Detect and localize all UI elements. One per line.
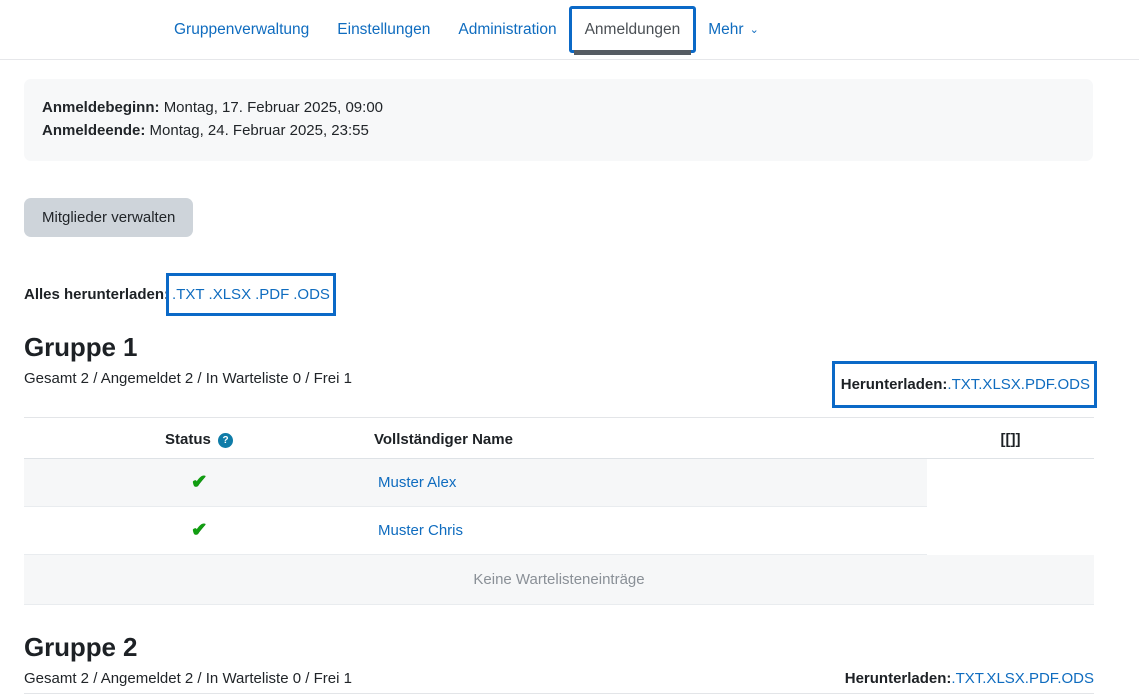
help-question-icon[interactable]: ? (218, 433, 233, 448)
row-status-cell: ✔ (24, 506, 374, 555)
registrations-table-1: Status ? Vollständiger Name [[]] ✔ Muste… (24, 422, 1094, 555)
group-download-ods-link-1[interactable]: .ODS (1053, 376, 1090, 393)
nav-item-einstellungen[interactable]: Einstellungen (323, 0, 444, 59)
download-all-txt-link[interactable]: .TXT (172, 286, 205, 303)
download-all-links-group: .TXT .XLSX .PDF .ODS (166, 272, 336, 316)
table-row: ✔ Muster Chris (24, 506, 1094, 555)
group-stats-2: Gesamt 2 / Angemeldet 2 / In Warteliste … (24, 670, 352, 687)
check-icon: ✔ (191, 520, 207, 541)
group-download-xlsx-link-1[interactable]: .XLSX (978, 376, 1021, 393)
member-name-link[interactable]: Muster Alex (378, 474, 456, 491)
download-all-xlsx-link[interactable]: .XLSX (209, 286, 252, 303)
group-download-txt-link-1[interactable]: .TXT (947, 376, 978, 393)
row-name-cell: Muster Chris (374, 506, 927, 555)
registration-end-line: Anmeldeende: Montag, 24. Februar 2025, 2… (42, 119, 1075, 142)
table-body-1: ✔ Muster Alex ✔ Muster Chris (24, 458, 1094, 555)
registration-end-value: Montag, 24. Februar 2025, 23:55 (149, 122, 369, 140)
group-download-1: Herunterladen:.TXT.XLSX.PDF.ODS (831, 361, 1098, 408)
column-header-status-label: Status (164, 431, 211, 448)
download-all-label: Alles herunterladen: (24, 285, 170, 303)
download-all-pdf-link[interactable]: .PDF (255, 286, 289, 303)
nav-item-mehr-label: Mehr (708, 20, 744, 38)
group-title-2: Gruppe 2 (24, 632, 138, 662)
group-meta-row-1: Gesamt 2 / Angemeldet 2 / In Warteliste … (24, 361, 1098, 418)
group-download-txt-link-2[interactable]: .TXT (951, 670, 982, 687)
table-header-row-1: Status ? Vollständiger Name [[]] (24, 422, 1094, 459)
page-content: Anmeldebeginn: Montag, 17. Februar 2025,… (0, 79, 1139, 694)
waitlist-empty-message-1: Keine Wartelisteneinträge (24, 555, 1094, 605)
nav-item-anmeldungen[interactable]: Anmeldungen (568, 6, 697, 55)
registration-end-label: Anmeldeende: (42, 122, 146, 140)
table-row: ✔ Muster Alex (24, 458, 1094, 507)
group-download-label-2: Herunterladen: (844, 670, 952, 687)
nav-item-gruppenverwaltung[interactable]: Gruppenverwaltung (160, 0, 323, 59)
registration-start-value: Montag, 17. Februar 2025, 09:00 (163, 99, 384, 116)
group-title-1: Gruppe 1 (24, 332, 138, 362)
member-name-link[interactable]: Muster Chris (378, 522, 463, 539)
registration-start-line: Anmeldebeginn: Montag, 17. Februar 2025,… (42, 96, 1075, 119)
group-download-xlsx-link-2[interactable]: .XLSX (982, 670, 1025, 687)
group-download-label-1: Herunterladen: (840, 376, 948, 393)
group-download-pdf-link-2[interactable]: .PDF (1025, 670, 1058, 687)
manage-members-button[interactable]: Mitglieder verwalten (24, 197, 194, 237)
nav-item-list: Gruppenverwaltung Einstellungen Administ… (160, 0, 773, 59)
table-head-1: Status ? Vollständiger Name [[]] (24, 422, 1094, 459)
group-download-2: Herunterladen:.TXT.XLSX.PDF.ODS (845, 670, 1094, 687)
nav-item-mehr-dropdown[interactable]: Mehr ⌄ (694, 0, 773, 59)
column-header-full-name: Vollständiger Name (374, 422, 927, 459)
download-all-ods-link[interactable]: .ODS (293, 286, 330, 303)
group-meta-row-2: Gesamt 2 / Angemeldet 2 / In Warteliste … (24, 670, 1094, 694)
chevron-down-icon: ⌄ (749, 24, 759, 36)
registration-period-infobox: Anmeldebeginn: Montag, 17. Februar 2025,… (24, 79, 1093, 161)
main-nav: Gruppenverwaltung Einstellungen Administ… (0, 0, 1139, 60)
group-stats-1: Gesamt 2 / Angemeldet 2 / In Warteliste … (24, 370, 352, 387)
nav-item-administration[interactable]: Administration (444, 0, 570, 59)
check-icon: ✔ (191, 472, 207, 493)
waitlist-section-1: Keine Wartelisteneinträge (24, 555, 1094, 605)
column-header-extra: [[]] (927, 422, 1094, 459)
group-download-pdf-link-1[interactable]: .PDF (1021, 376, 1054, 393)
download-all-row: Alles herunterladen: .TXT .XLSX .PDF .ODS (24, 272, 1115, 316)
row-extra-cell (927, 507, 1094, 555)
row-name-cell: Muster Alex (374, 458, 927, 507)
group-download-ods-link-2[interactable]: .ODS (1057, 670, 1094, 687)
row-extra-cell (927, 459, 1094, 507)
registration-start-label: Anmeldebeginn: (42, 99, 160, 116)
row-status-cell: ✔ (24, 458, 374, 507)
column-header-status: Status ? (24, 422, 374, 459)
actions-row: Mitglieder verwalten (24, 197, 1115, 237)
